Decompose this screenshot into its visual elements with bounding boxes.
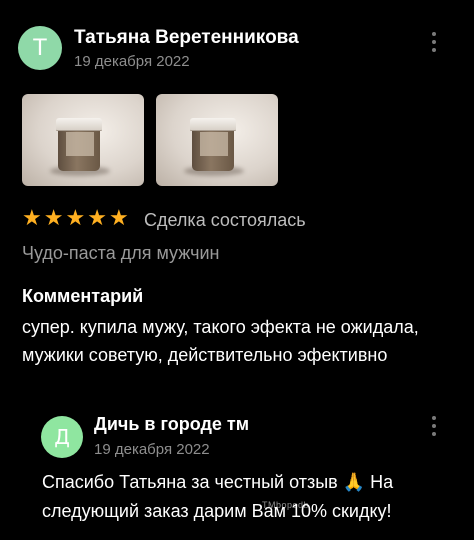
product-name[interactable]: Чудо-паста для мужчин	[22, 243, 219, 264]
watermark: TMbopodb	[262, 500, 310, 510]
more-vertical-icon[interactable]	[424, 414, 444, 438]
author-avatar[interactable]: Т	[18, 26, 62, 70]
star-icon: ★	[87, 206, 107, 231]
star-icon: ★	[22, 206, 42, 231]
rating-stars: ★ ★ ★ ★ ★	[22, 207, 129, 231]
reply-date: 19 декабря 2022	[94, 441, 210, 458]
reply-text-start: Спасибо Татьяна за честный отзыв	[42, 472, 343, 492]
folded-hands-icon: 🙏	[342, 472, 366, 493]
author-name[interactable]: Татьяна Веретенникова	[74, 27, 299, 49]
review-date: 19 декабря 2022	[74, 53, 190, 70]
reply-text: Спасибо Татьяна за честный отзыв 🙏 На сл…	[42, 468, 462, 525]
review-card: Т Татьяна Веретенникова 19 декабря 2022 …	[0, 0, 474, 540]
comment-heading: Комментарий	[22, 286, 144, 306]
comment-text: супер. купила мужу, такого эфекта не ожи…	[22, 317, 419, 365]
seller-avatar[interactable]: Д	[41, 416, 83, 458]
author-avatar-letter: Т	[33, 35, 47, 61]
review-photo[interactable]	[156, 94, 278, 186]
seller-name[interactable]: Дичь в городе тм	[94, 414, 249, 435]
star-icon: ★	[43, 206, 64, 231]
more-vertical-icon[interactable]	[424, 30, 444, 54]
star-icon: ★	[108, 206, 129, 231]
deal-status: Сделка состоялась	[144, 210, 306, 230]
seller-avatar-letter: Д	[54, 425, 70, 449]
review-photo[interactable]	[22, 94, 144, 186]
star-icon: ★	[65, 206, 86, 231]
